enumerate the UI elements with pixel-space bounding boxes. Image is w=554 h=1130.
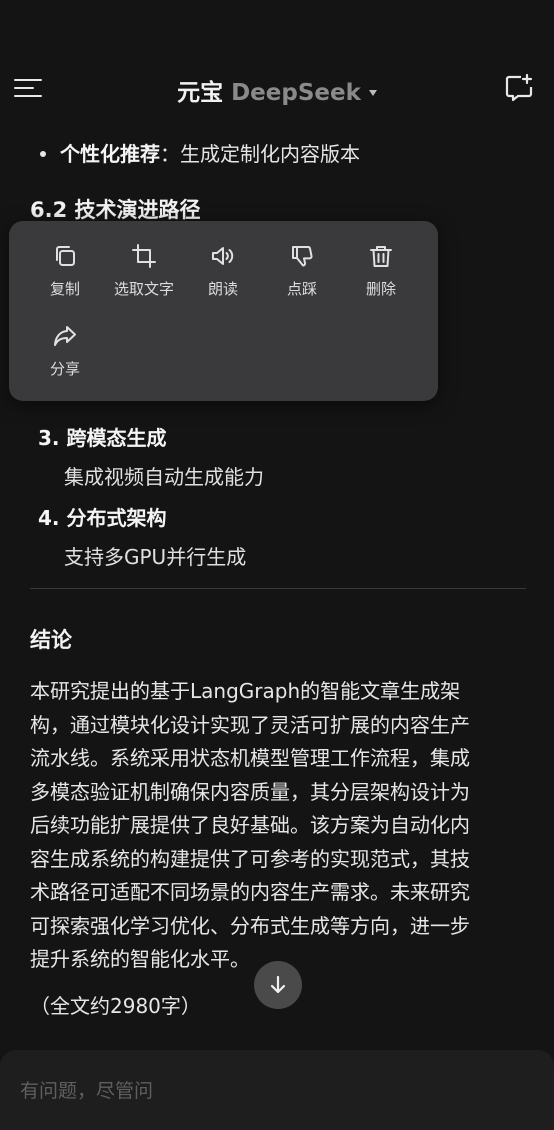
message-input[interactable] [18, 1072, 522, 1110]
list-item-desc: 支持多GPU并行生成 [64, 545, 247, 569]
paragraph-line: 后续功能扩展提供了良好基础。该方案为自动化内 [30, 813, 470, 837]
arrow-down-icon [270, 975, 286, 994]
scroll-to-bottom-button[interactable] [254, 961, 302, 1009]
copy-icon [56, 246, 75, 266]
read-aloud-button[interactable]: 朗读 [184, 243, 262, 303]
read-aloud-label: 朗读 [207, 280, 238, 298]
paragraph-line: 构，通过模块化设计实现了灵活可扩展的内容生产 [30, 712, 470, 737]
trash-icon [370, 246, 392, 267]
list-item-title: 3. 跨模态生成 [38, 426, 167, 450]
list-item: 3. 跨模态生成 集成视频自动生成能力 [38, 422, 264, 490]
delete-button[interactable]: 删除 [342, 243, 420, 303]
thumbs-down-icon [292, 246, 313, 267]
copy-label: 复制 [49, 280, 80, 298]
word-count: （全文约2980字） [30, 994, 201, 1018]
app-title: 元宝 [177, 80, 224, 106]
bullet-dot [40, 151, 46, 157]
share-icon [54, 326, 76, 346]
select-text-label: 选取文字 [113, 280, 174, 298]
bullet-strong: 个性化推荐 [60, 142, 160, 166]
new-chat-icon[interactable] [504, 73, 534, 103]
paragraph-line: 流水线。系统采用状态机模型管理工作流程，集成 [30, 746, 470, 770]
context-menu: 复制 选取文字 朗读 点踩 删除 分享 [9, 221, 438, 401]
section-heading: 6.2 技术演进路径 [30, 198, 201, 222]
bullet-item: 个性化推荐：生成定制化内容版本 [40, 138, 360, 167]
caret-down-icon [368, 90, 377, 96]
top-bar: 元宝 DeepSeek [0, 55, 554, 121]
paragraph-line: 术路径可适配不同场景的内容生产需求。未来研究 [30, 880, 470, 904]
dislike-button[interactable]: 点踩 [263, 243, 341, 303]
model-selector[interactable]: 元宝 DeepSeek [0, 73, 554, 107]
paragraph-line: 多模态验证机制确保内容质量，其分层架构设计为 [30, 779, 470, 804]
paragraph-line: 可探索强化学习优化、分布式生成等方向，进一步 [30, 913, 470, 938]
conclusion-paragraph: 本研究提出的基于LangGraph的智能文章生成架 构，通过模块化设计实现了灵活… [30, 675, 530, 977]
model-name: DeepSeek [231, 80, 361, 106]
composer [0, 1050, 554, 1130]
select-text-button[interactable]: 选取文字 [105, 243, 183, 303]
bullet-text: ：生成定制化内容版本 [160, 142, 360, 166]
list-item: 4. 分布式架构 支持多GPU并行生成 [38, 502, 246, 570]
share-button[interactable]: 分享 [26, 323, 104, 383]
speaker-icon [212, 247, 234, 265]
conclusion-title: 结论 [30, 628, 72, 652]
share-label: 分享 [49, 360, 80, 378]
paragraph-line: 容生成系统的构建提供了可参考的实现范式，其技 [30, 846, 470, 871]
copy-button[interactable]: 复制 [26, 243, 104, 303]
delete-label: 删除 [365, 280, 396, 298]
crop-icon [132, 244, 156, 268]
list-item-desc: 集成视频自动生成能力 [64, 465, 264, 489]
dislike-label: 点踩 [286, 280, 317, 298]
paragraph-line: 本研究提出的基于LangGraph的智能文章生成架 [30, 679, 461, 703]
list-item-title: 4. 分布式架构 [38, 506, 167, 530]
divider [30, 588, 526, 589]
